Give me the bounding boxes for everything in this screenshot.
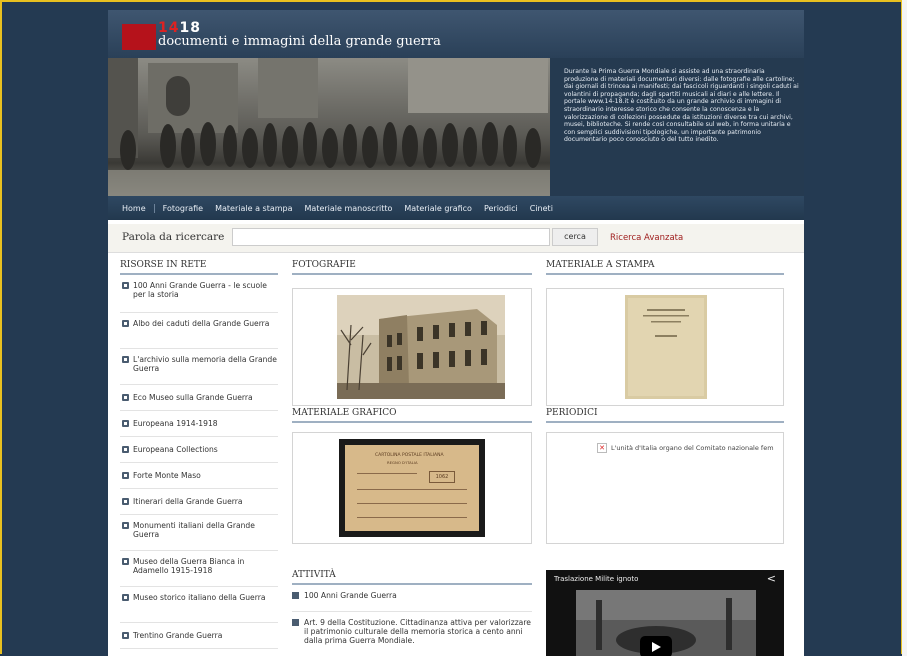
sidebar-item-archivio-memoria[interactable]: L'archivio sulla memoria della Grande Gu…	[120, 349, 278, 385]
bullet-icon	[292, 592, 299, 599]
sidebar-item-label: Museo storico italiano della Guerra	[133, 593, 266, 602]
video-player[interactable]: Traslazione Milite ignoto <	[546, 570, 784, 656]
bullet-icon	[122, 420, 129, 427]
postcard-stamp: 1062	[429, 471, 455, 483]
attivita-item-art-9[interactable]: Art. 9 della Costituzione. Cittadinanza …	[292, 612, 532, 645]
nav-item-home[interactable]: Home	[108, 203, 155, 213]
main-nav: Home Fotografie Materiale a stampa Mater…	[108, 196, 804, 220]
sidebar-item-monumenti[interactable]: Monumenti italiani della Grande Guerra	[120, 515, 278, 551]
fotografie-section: FOTOGRAFIE	[292, 260, 532, 275]
nav-item-cineti[interactable]: Cineti	[524, 204, 559, 213]
sidebar-item-label: Monumenti italiani della Grande Guerra	[133, 521, 255, 539]
periodici-title[interactable]: PERIODICI	[546, 408, 784, 423]
materiale-grafico-section: MATERIALE GRAFICO	[292, 408, 532, 423]
sidebar-item-label: Europeana Collections	[133, 445, 218, 454]
sidebar-item-forte-monte-maso[interactable]: Forte Monte Maso	[120, 463, 278, 489]
periodici-item-label: L'unità d'Italia organo del Comitato naz…	[611, 444, 774, 452]
bullet-icon	[122, 320, 129, 327]
periodici-box: ✕ L'unità d'Italia organo del Comitato n…	[546, 432, 784, 544]
printed-document-thumbnail[interactable]	[625, 295, 707, 399]
hero-soldiers-photo	[108, 58, 550, 198]
sidebar-item-trentino[interactable]: Trentino Grande Guerra	[120, 623, 278, 649]
sidebar-risorse: RISORSE IN RETE 100 Anni Grande Guerra -…	[120, 260, 278, 649]
sidebar-item-museo-storico[interactable]: Museo storico italiano della Guerra	[120, 587, 278, 623]
share-icon[interactable]: <	[767, 572, 776, 585]
sidebar-title: RISORSE IN RETE	[120, 260, 278, 275]
materiale-stampa-title[interactable]: MATERIALE A STAMPA	[546, 260, 784, 275]
bullet-icon	[122, 446, 129, 453]
nav-item-materiale-manoscritto[interactable]: Materiale manoscritto	[299, 204, 399, 213]
postcard-line1: CARTOLINA POSTALE ITALIANA	[375, 453, 444, 458]
attivita-item-100-anni[interactable]: 100 Anni Grande Guerra	[292, 591, 532, 612]
villa-photo[interactable]	[337, 295, 505, 399]
sidebar-item-label: L'archivio sulla memoria della Grande Gu…	[133, 355, 277, 373]
bullet-icon	[292, 619, 299, 626]
search-button[interactable]: cerca	[552, 228, 598, 246]
bullet-icon	[122, 498, 129, 505]
search-bar: Parola da ricercare cerca Ricerca Avanza…	[108, 224, 804, 253]
search-label: Parola da ricercare	[122, 231, 225, 243]
play-button-icon[interactable]	[640, 636, 672, 656]
materiale-grafico-box[interactable]: CARTOLINA POSTALE ITALIANA REGNO D'ITALI…	[292, 432, 532, 544]
sidebar-item-label: Museo della Guerra Bianca in Adamello 19…	[133, 557, 245, 575]
materiale-grafico-title[interactable]: MATERIALE GRAFICO	[292, 408, 532, 423]
postcard-line2: REGNO D'ITALIA	[387, 460, 418, 465]
sidebar-item-label: Itinerari della Grande Guerra	[133, 497, 243, 506]
sidebar-item-label: Albo dei caduti della Grande Guerra	[133, 319, 270, 328]
hero-banner: Durante la Prima Guerra Mondiale si assi…	[108, 58, 804, 204]
attivita-section: ATTIVITÀ 100 Anni Grande Guerra Art. 9 d…	[292, 570, 532, 645]
postcard-thumbnail[interactable]: CARTOLINA POSTALE ITALIANA REGNO D'ITALI…	[339, 439, 485, 537]
bullet-icon	[122, 522, 129, 529]
bullet-icon	[122, 472, 129, 479]
bullet-icon	[122, 558, 129, 565]
sidebar-item-europeana-collections[interactable]: Europeana Collections	[120, 437, 278, 463]
attivita-item-label: 100 Anni Grande Guerra	[304, 591, 397, 600]
site-container: 1418 documenti e immagini della grande g…	[108, 10, 804, 656]
sidebar-item-albo-caduti[interactable]: Albo dei caduti della Grande Guerra	[120, 313, 278, 349]
sidebar-item-label: Europeana 1914-1918	[133, 419, 218, 428]
nav-item-periodici[interactable]: Periodici	[478, 204, 524, 213]
search-input[interactable]	[232, 228, 550, 246]
video-title[interactable]: Traslazione Milite ignoto	[554, 575, 638, 583]
attivita-item-label: Art. 9 della Costituzione. Cittadinanza …	[304, 618, 531, 645]
nav-item-materiale-stampa[interactable]: Materiale a stampa	[209, 204, 298, 213]
sidebar-item-100-anni[interactable]: 100 Anni Grande Guerra - le scuole per l…	[120, 281, 278, 313]
hero-description: Durante la Prima Guerra Mondiale si assi…	[564, 68, 799, 144]
sidebar-item-label: Trentino Grande Guerra	[133, 631, 223, 640]
logo-mark[interactable]	[122, 24, 156, 50]
bullet-icon	[122, 356, 129, 363]
attivita-title: ATTIVITÀ	[292, 570, 532, 585]
sidebar-item-museo-guerra-bianca[interactable]: Museo della Guerra Bianca in Adamello 19…	[120, 551, 278, 587]
advanced-search-link[interactable]: Ricerca Avanzata	[610, 233, 683, 243]
bullet-icon	[122, 394, 129, 401]
sidebar-item-europeana-1914[interactable]: Europeana 1914-1918	[120, 411, 278, 437]
sidebar-item-eco-museo[interactable]: Eco Museo sulla Grande Guerra	[120, 385, 278, 411]
bullet-icon	[122, 594, 129, 601]
periodici-item[interactable]: ✕ L'unità d'Italia organo del Comitato n…	[597, 443, 774, 453]
sidebar-item-label: Eco Museo sulla Grande Guerra	[133, 393, 253, 402]
sidebar-item-label: 100 Anni Grande Guerra - le scuole per l…	[133, 281, 267, 299]
scrollbar-strip[interactable]	[902, 0, 907, 656]
broken-image-icon: ✕	[597, 443, 607, 453]
materiale-stampa-section: MATERIALE A STAMPA	[546, 260, 784, 275]
bullet-icon	[122, 632, 129, 639]
site-header: 1418 documenti e immagini della grande g…	[108, 10, 804, 58]
sidebar-item-itinerari[interactable]: Itinerari della Grande Guerra	[120, 489, 278, 515]
bullet-icon	[122, 282, 129, 289]
sidebar-item-label: Forte Monte Maso	[133, 471, 201, 480]
nav-item-materiale-grafico[interactable]: Materiale grafico	[398, 204, 478, 213]
nav-item-fotografie[interactable]: Fotografie	[157, 204, 209, 213]
periodici-section: PERIODICI	[546, 408, 784, 423]
materiale-stampa-box[interactable]	[546, 288, 784, 406]
fotografie-box[interactable]	[292, 288, 532, 406]
fotografie-title[interactable]: FOTOGRAFIE	[292, 260, 532, 275]
site-title[interactable]: documenti e immagini della grande guerra	[158, 34, 441, 49]
